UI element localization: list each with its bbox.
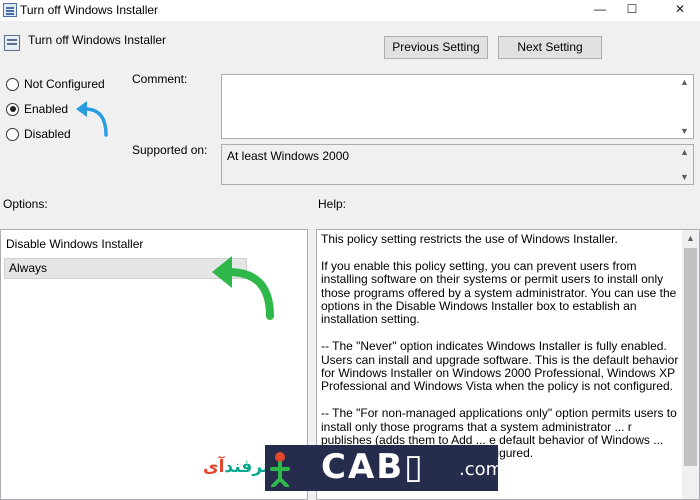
- radio-label: Enabled: [24, 102, 69, 116]
- watermark-domain-suffix: .com: [459, 459, 504, 480]
- help-heading: Help:: [318, 197, 347, 211]
- comment-field[interactable]: ▲ ▼: [221, 74, 694, 139]
- scroll-thumb[interactable]: [684, 248, 697, 466]
- comment-scrollbar[interactable]: ▲ ▼: [676, 75, 693, 138]
- supported-on-field: At least Windows 2000 ▲ ▼: [221, 144, 694, 185]
- policy-setting-icon: [4, 35, 20, 51]
- options-heading: Options:: [3, 197, 48, 211]
- help-paragraph: This policy setting restricts the use of…: [321, 232, 618, 246]
- policy-app-icon: [3, 3, 17, 17]
- previous-setting-button[interactable]: Previous Setting: [384, 36, 488, 59]
- next-setting-button[interactable]: Next Setting: [498, 36, 602, 59]
- setting-title: Turn off Windows Installer: [28, 33, 167, 47]
- watermark-logo-text: CAB▯: [321, 447, 425, 487]
- help-paragraph: If you enable this policy setting, you c…: [321, 258, 677, 327]
- radio-disabled[interactable]: Disabled: [6, 126, 71, 142]
- radio-label: Not Configured: [24, 77, 105, 91]
- supported-on-label: Supported on:: [132, 143, 208, 157]
- close-button[interactable]: ✕: [660, 0, 700, 21]
- supported-scrollbar[interactable]: ▲ ▼: [676, 145, 693, 184]
- radio-circle[interactable]: [6, 127, 19, 141]
- radio-label: Disabled: [24, 127, 71, 141]
- green-arrow-icon: [212, 256, 274, 320]
- disable-installer-label: Disable Windows Installer: [6, 237, 144, 251]
- watermark-persian-text: ترفندآی: [203, 457, 270, 477]
- scroll-up-icon[interactable]: ▲: [676, 75, 693, 89]
- help-text: This policy setting restricts the use of…: [321, 232, 679, 474]
- watermark: ترفندآی CAB▯ .com: [201, 445, 503, 500]
- scroll-down-icon[interactable]: ▼: [676, 124, 693, 138]
- window-title: Turn off Windows Installer: [20, 3, 159, 17]
- help-scrollbar[interactable]: ▲: [682, 230, 699, 499]
- watermark-figure-icon: [270, 452, 290, 487]
- radio-circle[interactable]: [6, 77, 19, 91]
- watermark-text-block: ترفندآی: [201, 445, 269, 487]
- comment-label: Comment:: [132, 72, 188, 86]
- scroll-down-icon[interactable]: ▼: [676, 170, 693, 184]
- title-bar: Turn off Windows Installer — ☐ ✕: [0, 0, 700, 21]
- scroll-up-icon[interactable]: ▲: [676, 145, 693, 159]
- supported-on-value: At least Windows 2000: [227, 149, 350, 163]
- blue-arrow-icon: [76, 101, 108, 137]
- scroll-up-icon[interactable]: ▲: [682, 230, 699, 247]
- radio-not-configured[interactable]: Not Configured: [6, 76, 105, 92]
- radio-circle[interactable]: [6, 102, 19, 116]
- maximize-button[interactable]: ☐: [612, 0, 652, 21]
- radio-enabled[interactable]: Enabled: [6, 101, 68, 117]
- help-paragraph: -- The "Never" option indicates Windows …: [321, 339, 679, 394]
